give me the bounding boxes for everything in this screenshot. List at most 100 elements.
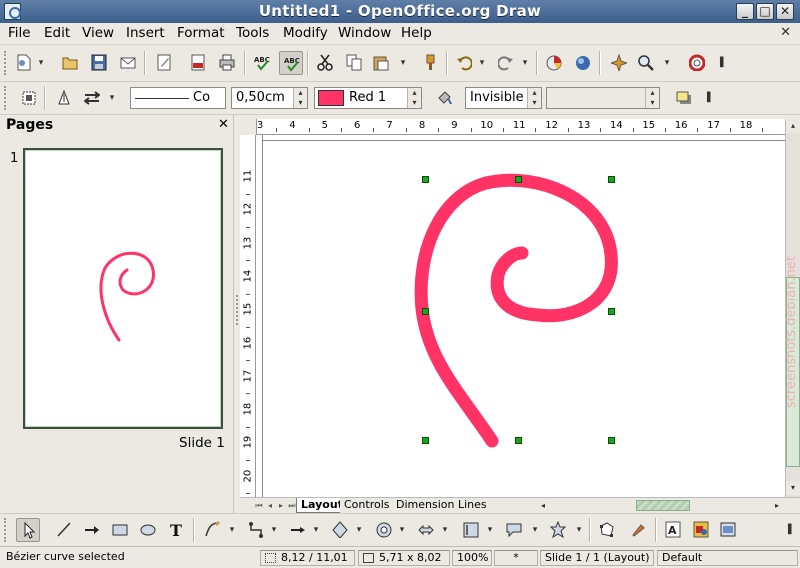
drawing-canvas[interactable] — [256, 135, 785, 497]
basic-shapes-arrow-icon[interactable]: ▾ — [355, 518, 363, 542]
stars-icon[interactable] — [546, 518, 570, 542]
scroll-down-icon[interactable]: ▾ — [786, 481, 800, 495]
area-fill-spinner[interactable]: ▴ ▾ — [645, 88, 659, 108]
horizontal-ruler[interactable]: 3 4 5 6 7 8 9 10 11 12 13 14 15 16 17 18 — [256, 119, 786, 135]
redo-icon[interactable] — [494, 51, 518, 75]
tab-controls[interactable]: Controls — [340, 498, 394, 513]
selection-handle[interactable] — [515, 176, 522, 183]
line-color-select[interactable]: Red 1 ▴ ▾ — [314, 87, 422, 109]
chart-icon[interactable] — [542, 51, 566, 75]
shadow-icon[interactable] — [672, 86, 696, 110]
selection-handle[interactable] — [422, 308, 429, 315]
undo-arrow-icon[interactable]: ▾ — [478, 51, 486, 75]
next-tab-icon[interactable]: ▸ — [276, 500, 286, 512]
status-zoom[interactable]: 100% — [452, 550, 492, 566]
close-button[interactable]: ✕ — [776, 3, 794, 20]
paste-arrow-icon[interactable]: ▾ — [399, 51, 407, 75]
extrusion-icon[interactable] — [716, 518, 740, 542]
menu-format[interactable]: Format — [177, 25, 225, 41]
copy-icon[interactable] — [342, 51, 366, 75]
toolbar-grip[interactable] — [4, 86, 8, 110]
curve-arrow-icon[interactable]: ▾ — [228, 518, 236, 542]
arrow-style-icon[interactable] — [80, 86, 104, 110]
menu-edit[interactable]: Edit — [44, 25, 70, 41]
scroll-right-icon[interactable]: ▸ — [770, 499, 784, 513]
selection-handle[interactable] — [608, 308, 615, 315]
select-icon[interactable] — [16, 518, 40, 542]
menu-tools[interactable]: Tools — [236, 25, 269, 41]
save-icon[interactable] — [87, 51, 111, 75]
lines-arrows-icon[interactable] — [286, 518, 310, 542]
symbol-shapes-arrow-icon[interactable]: ▾ — [398, 518, 406, 542]
line-width-spinner[interactable]: ▴ ▾ — [293, 88, 307, 108]
line-color-spinner[interactable]: ▴ ▾ — [407, 88, 421, 108]
cut-icon[interactable] — [313, 51, 337, 75]
spellcheck-icon[interactable]: ABC — [250, 51, 274, 75]
tab-dimension-lines[interactable]: Dimension Lines — [392, 498, 491, 513]
paste-icon[interactable] — [369, 51, 393, 75]
selection-handle[interactable] — [422, 176, 429, 183]
line-width-field[interactable]: 0,50cm ▴ ▾ — [231, 87, 308, 109]
undo-icon[interactable] — [452, 51, 476, 75]
minimize-button[interactable]: _ — [736, 3, 754, 20]
scroll-up-icon[interactable]: ▴ — [786, 119, 800, 133]
symbol-shapes-icon[interactable] — [372, 518, 396, 542]
edit-file-icon[interactable] — [152, 51, 176, 75]
callouts-arrow-icon[interactable]: ▾ — [531, 518, 539, 542]
toolbar-overflow-icon[interactable]: ▐ — [703, 86, 711, 110]
maximize-button[interactable]: □ — [756, 3, 774, 20]
zoom-arrow-icon[interactable]: ▾ — [663, 51, 671, 75]
points-icon[interactable] — [595, 518, 619, 542]
email-icon[interactable] — [116, 51, 140, 75]
selection-handle[interactable] — [515, 437, 522, 444]
menu-help[interactable]: Help — [401, 25, 432, 41]
position-and-size-icon[interactable] — [17, 86, 41, 110]
vertical-ruler[interactable]: 11 12 13 14 15 16 17 18 19 20 — [240, 135, 256, 497]
connector-icon[interactable] — [244, 518, 268, 542]
clone-formatting-icon[interactable] — [418, 51, 442, 75]
toolbar-grip[interactable] — [4, 518, 8, 542]
line-tool-icon[interactable] — [52, 518, 76, 542]
print-icon[interactable] — [215, 51, 239, 75]
line-style-select[interactable]: Co — [130, 87, 226, 109]
new-document-arrow-icon[interactable]: ▾ — [37, 51, 45, 75]
menu-file[interactable]: File — [8, 25, 31, 41]
block-arrows-icon[interactable] — [414, 518, 438, 542]
menu-insert[interactable]: Insert — [126, 25, 165, 41]
selection-handle[interactable] — [608, 437, 615, 444]
flowchart-arrow-icon[interactable]: ▾ — [486, 518, 494, 542]
zoom-icon[interactable] — [634, 51, 658, 75]
spiral-stroke[interactable] — [414, 173, 618, 448]
pages-pane-close-icon[interactable]: ✕ — [218, 117, 229, 132]
rectangle-icon[interactable] — [108, 518, 132, 542]
new-document-icon[interactable] — [12, 51, 36, 75]
fontwork-icon[interactable]: A — [661, 518, 685, 542]
basic-shapes-icon[interactable] — [328, 518, 352, 542]
from-file-icon[interactable] — [689, 518, 713, 542]
toolbar-grip[interactable] — [4, 51, 8, 75]
curve-icon[interactable] — [200, 518, 224, 542]
flowchart-icon[interactable] — [459, 518, 483, 542]
toolbar-overflow-icon[interactable]: ▐ — [716, 51, 724, 75]
prev-tab-icon[interactable]: ◂ — [265, 500, 275, 512]
menu-window[interactable]: Window — [338, 25, 391, 41]
menu-modify[interactable]: Modify — [283, 25, 328, 41]
redo-arrow-icon[interactable]: ▾ — [521, 51, 529, 75]
scroll-left-icon[interactable]: ◂ — [536, 499, 550, 513]
open-icon[interactable] — [58, 51, 82, 75]
lines-arrows-arrow-icon[interactable]: ▾ — [312, 518, 320, 542]
export-pdf-icon[interactable] — [186, 51, 210, 75]
help-icon[interactable] — [685, 51, 709, 75]
selection-handle[interactable] — [422, 437, 429, 444]
close-document-icon[interactable]: ✕ — [780, 25, 791, 40]
stars-arrow-icon[interactable]: ▾ — [575, 518, 583, 542]
text-icon[interactable]: T — [164, 518, 188, 542]
area-style-select[interactable]: Invisible ▴ ▾ — [465, 87, 542, 109]
3d-icon[interactable] — [571, 51, 595, 75]
first-tab-icon[interactable]: ⏮ — [254, 500, 264, 512]
area-style-spinner[interactable]: ▴ ▾ — [527, 88, 541, 108]
horizontal-scroll-thumb[interactable] — [636, 500, 690, 511]
autospellcheck-icon[interactable]: ABC — [279, 51, 303, 75]
arrow-style-arrow-icon[interactable]: ▾ — [108, 86, 116, 110]
line-icon[interactable] — [52, 86, 76, 110]
